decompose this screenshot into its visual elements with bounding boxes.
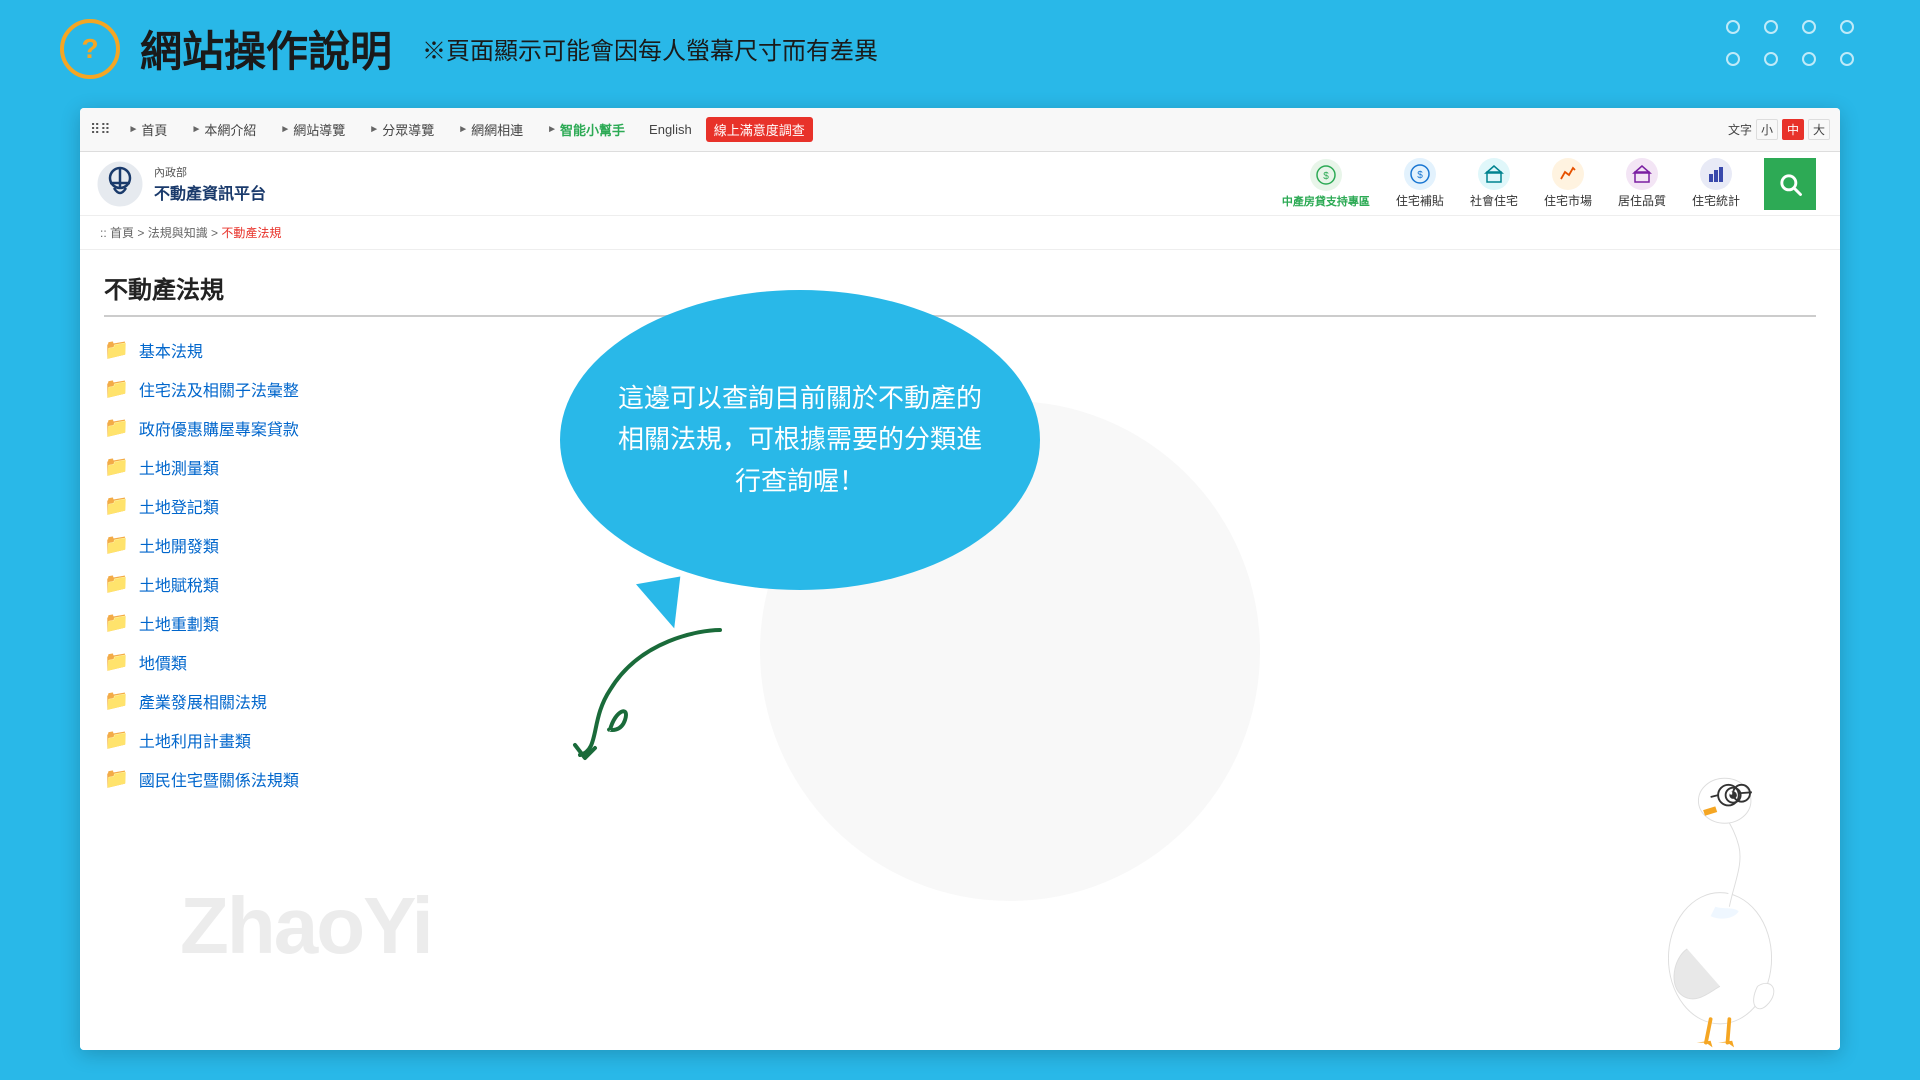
font-size-small[interactable]: 小 (1756, 119, 1778, 140)
social-housing-icon (1478, 158, 1510, 190)
nav-sitemap[interactable]: ► 網站導覽 (270, 116, 355, 143)
nav-housing-market[interactable]: 住宅市場 (1534, 154, 1602, 213)
law-link-10[interactable]: 土地利用計畫類 (139, 728, 251, 752)
law-item-7: 📁 土地重劃類 (104, 610, 484, 635)
folder-icon: 📁 (104, 688, 129, 713)
housing-stats-icon (1700, 158, 1732, 190)
dot-5 (1726, 52, 1740, 66)
nav-mortgage[interactable]: $ 中產房貸支持專區 (1272, 155, 1380, 213)
law-item-3: 📁 土地測量類 (104, 454, 484, 479)
law-list: 📁 基本法規 📁 住宅法及相關子法彙整 📁 政府優惠購屋專案貸款 📁 土地測量類… (104, 337, 484, 791)
dot-4 (1840, 20, 1854, 34)
law-link-7[interactable]: 土地重劃類 (139, 611, 219, 635)
law-link-11[interactable]: 國民住宅暨關係法規類 (139, 767, 299, 791)
tutorial-header: ? 網站操作說明 ※頁面顯示可能會因每人螢幕尺寸而有差異 (0, 0, 1920, 89)
nav-survey[interactable]: 線上滿意度調查 (706, 117, 813, 142)
law-link-5[interactable]: 土地開發類 (139, 533, 219, 557)
org-name: 內政部 (154, 164, 266, 180)
folder-icon: 📁 (104, 376, 129, 401)
nav-social-housing[interactable]: 社會住宅 (1460, 154, 1528, 213)
law-item-4: 📁 土地登記類 (104, 493, 484, 518)
folder-icon: 📁 (104, 415, 129, 440)
law-item-8: 📁 地價類 (104, 649, 484, 674)
page-title-bar: 不動產法規 (104, 270, 1816, 317)
page-title: 不動產法規 (104, 270, 1816, 317)
tutorial-subtitle: ※頁面顯示可能會因每人螢幕尺寸而有差異 (422, 31, 878, 66)
dots-decoration (1726, 20, 1860, 66)
folder-icon: 📁 (104, 454, 129, 479)
housing-market-icon (1552, 158, 1584, 190)
law-link-4[interactable]: 土地登記類 (139, 494, 219, 518)
law-item-0: 📁 基本法規 (104, 337, 484, 362)
subsidy-icon: $ (1404, 158, 1436, 190)
nav-subsidy[interactable]: $ 住宅補貼 (1386, 154, 1454, 213)
folder-icon: 📁 (104, 337, 129, 362)
svg-text:$: $ (1417, 170, 1423, 181)
search-button[interactable] (1764, 158, 1816, 210)
dot-2 (1764, 20, 1778, 34)
law-item-11: 📁 國民住宅暨關係法規類 (104, 766, 484, 791)
nav-housing-quality[interactable]: 居住品質 (1608, 154, 1676, 213)
law-link-3[interactable]: 土地測量類 (139, 455, 219, 479)
folder-icon: 📁 (104, 493, 129, 518)
folder-icon: 📁 (104, 727, 129, 752)
law-item-5: 📁 土地開發類 (104, 532, 484, 557)
law-link-2[interactable]: 政府優惠購屋專案貸款 (139, 416, 299, 440)
housing-quality-icon (1626, 158, 1658, 190)
nav-audience[interactable]: ► 分眾導覽 (359, 116, 444, 143)
mortgage-icon: $ (1310, 159, 1342, 191)
folder-icon: 📁 (104, 610, 129, 635)
nav-english[interactable]: English (639, 118, 702, 141)
law-link-6[interactable]: 土地賦稅類 (139, 572, 219, 596)
watermark-text: ZhaoYi (180, 880, 432, 972)
folder-icon: 📁 (104, 649, 129, 674)
content-area: ZhaoYi 不動產法規 📁 基本法規 📁 住宅法及相關子法彙整 📁 政府優惠購… (80, 250, 1840, 1050)
folder-icon: 📁 (104, 532, 129, 557)
dot-3 (1802, 20, 1816, 34)
logo-bar: 內政部 不動產資訊平台 $ 中產房貸支持專區 $ 住宅補貼 (80, 152, 1840, 216)
grid-icon: ⠿⠿ (90, 121, 111, 138)
platform-name: 不動產資訊平台 (154, 180, 266, 204)
logo-text: 內政部 不動產資訊平台 (154, 164, 266, 204)
breadcrumb-laws[interactable]: 法規與知識 (148, 226, 208, 240)
law-item-10: 📁 土地利用計畫類 (104, 727, 484, 752)
nav-ai[interactable]: ► 智能小幫手 (537, 116, 635, 143)
logo-icon (96, 160, 144, 208)
arrow-svg (520, 610, 760, 770)
law-link-1[interactable]: 住宅法及相關子法彙整 (139, 377, 299, 401)
breadcrumb-current: 不動產法規 (221, 226, 281, 240)
dot-6 (1764, 52, 1778, 66)
nav-home[interactable]: ► 首頁 (119, 116, 178, 143)
dot-8 (1840, 52, 1854, 66)
svg-text:$: $ (1323, 171, 1329, 182)
law-link-8[interactable]: 地價類 (139, 650, 187, 674)
nav-items: ► 首頁 ► 本網介紹 ► 網站導覽 ► 分眾導覽 ► 網網相連 ► 智能小幫手… (119, 116, 1722, 143)
nav-housing-stats[interactable]: 住宅統計 (1682, 154, 1750, 213)
help-icon: ? (60, 19, 120, 79)
folder-icon: 📁 (104, 571, 129, 596)
watermark-circle (760, 401, 1260, 901)
nav-links[interactable]: ► 網網相連 (448, 116, 533, 143)
font-size-control: 文字 小 中 大 (1728, 119, 1830, 140)
nav-about[interactable]: ► 本網介紹 (181, 116, 266, 143)
nav-bar: ⠿⠿ ► 首頁 ► 本網介紹 ► 網站導覽 ► 分眾導覽 ► 網網相連 ► 智能… (80, 108, 1840, 152)
dot-1 (1726, 20, 1740, 34)
logo-nav: $ 中產房貸支持專區 $ 住宅補貼 社會住宅 (266, 154, 1824, 213)
font-size-large[interactable]: 大 (1808, 119, 1830, 140)
law-item-2: 📁 政府優惠購屋專案貸款 (104, 415, 484, 440)
search-icon (1776, 170, 1804, 198)
dot-7 (1802, 52, 1816, 66)
folder-icon: 📁 (104, 766, 129, 791)
law-item-9: 📁 產業發展相關法規 (104, 688, 484, 713)
logo-section: 內政部 不動產資訊平台 (96, 160, 266, 208)
law-link-9[interactable]: 產業發展相關法規 (139, 689, 267, 713)
goose-illustration (1640, 752, 1800, 1050)
browser-window: ⠿⠿ ► 首頁 ► 本網介紹 ► 網站導覽 ► 分眾導覽 ► 網網相連 ► 智能… (80, 108, 1840, 1050)
law-item-6: 📁 土地賦稅類 (104, 571, 484, 596)
font-size-medium[interactable]: 中 (1782, 119, 1804, 140)
law-item-1: 📁 住宅法及相關子法彙整 (104, 376, 484, 401)
tutorial-title: 網站操作說明 (140, 18, 392, 79)
law-link-0[interactable]: 基本法規 (139, 338, 203, 362)
breadcrumb: :: 首頁 > 法規與知識 > 不動產法規 (80, 216, 1840, 250)
